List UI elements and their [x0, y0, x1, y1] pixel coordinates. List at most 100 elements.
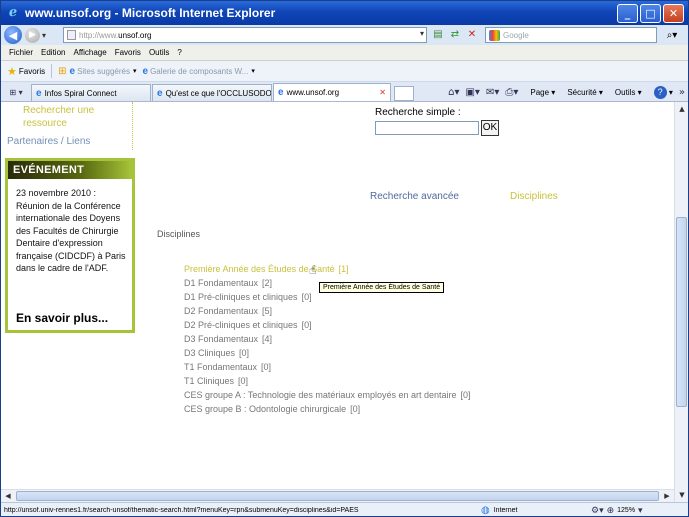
- discipline-count: [0]: [301, 292, 312, 302]
- suggested-sites-link[interactable]: Sites suggérés: [77, 67, 130, 76]
- close-button[interactable]: ✕: [663, 3, 684, 23]
- discipline-label: CES groupe A : Technologie des matériaux…: [184, 390, 457, 400]
- security-menu[interactable]: Sécurité ▾: [561, 88, 603, 97]
- discipline-count: [5]: [262, 306, 273, 316]
- event-heading: EVÉNEMENT: [8, 161, 132, 179]
- address-row: ◀ ▶ ▾ http://www. unsof.org ▾ ▤ ⇄ ✕ Goog…: [1, 25, 688, 45]
- add-favorite-icon[interactable]: ⊞: [58, 66, 66, 77]
- gallery-link[interactable]: Galerie de composants W...: [150, 67, 248, 76]
- list-item[interactable]: CES groupe B : Odontologie chirurgicale[…: [184, 402, 471, 416]
- list-item[interactable]: CES groupe A : Technologie des matériaux…: [184, 388, 471, 402]
- menu-affichage[interactable]: Affichage: [73, 48, 106, 57]
- maximize-button[interactable]: □: [640, 3, 661, 23]
- favorites-button[interactable]: Favoris: [19, 67, 45, 76]
- suggested-sites-dropdown-icon[interactable]: ▾: [133, 67, 137, 75]
- event-more-link[interactable]: En savoir plus...: [16, 311, 108, 325]
- hand-cursor-icon: ☝: [309, 263, 317, 277]
- address-dropdown-icon[interactable]: ▾: [420, 29, 424, 38]
- horizontal-scroll-thumb[interactable]: [16, 491, 659, 501]
- tab-bar: ⊞ ▾ e Infos Spiral Connect e Qu'est ce q…: [1, 82, 688, 102]
- partners-link[interactable]: Partenaires / Liens: [7, 136, 90, 147]
- minimize-button[interactable]: _: [617, 3, 638, 23]
- gallery-dropdown-icon[interactable]: ▾: [251, 67, 255, 75]
- compatibility-icon[interactable]: ▤: [431, 28, 445, 42]
- new-tab-button[interactable]: [394, 86, 414, 101]
- menu-fichier[interactable]: Fichier: [9, 48, 33, 57]
- home-icon[interactable]: ⌂▾: [448, 87, 459, 98]
- search-magnifier-icon[interactable]: ⌕▾: [661, 28, 683, 43]
- tooltip: Première Année des Études de Santé: [319, 282, 445, 293]
- help-menu[interactable]: ? ▾: [648, 85, 673, 99]
- disciplines-title: Disciplines: [157, 229, 201, 239]
- list-item[interactable]: D2 Fondamentaux [5]: [184, 304, 471, 318]
- zone-label: Internet: [493, 507, 518, 514]
- address-field[interactable]: http://www. unsof.org ▾: [63, 27, 427, 43]
- stop-icon[interactable]: ✕: [465, 28, 479, 42]
- mail-icon[interactable]: ✉▾: [486, 87, 499, 98]
- list-item[interactable]: Première Année des Études de Santé [1]: [184, 262, 471, 276]
- disciplines-link[interactable]: Disciplines: [510, 191, 558, 202]
- address-actions: ▤ ⇄ ✕: [431, 28, 479, 42]
- simple-search-input[interactable]: [375, 121, 479, 135]
- favbar-separator: [51, 64, 53, 78]
- discipline-count: [4]: [262, 334, 273, 344]
- discipline-count: [1]: [338, 264, 349, 274]
- menu-favoris[interactable]: Favoris: [115, 48, 141, 57]
- tab-infos-spiral[interactable]: e Infos Spiral Connect: [31, 84, 151, 101]
- vertical-scroll-thumb[interactable]: [676, 217, 687, 407]
- history-dropdown-icon[interactable]: ▾: [42, 31, 46, 40]
- security-zone: ◍ Internet: [463, 505, 573, 516]
- close-tab-icon[interactable]: ✕: [375, 88, 386, 97]
- discipline-label: D1 Fondamentaux: [184, 278, 259, 288]
- print-icon[interactable]: ⎙▾: [505, 87, 518, 98]
- tab-unsof[interactable]: e www.unsof.org ✕: [273, 83, 391, 101]
- discipline-label: D3 Fondamentaux: [184, 334, 259, 344]
- search-field[interactable]: Google: [485, 27, 657, 43]
- list-item[interactable]: T1 Fondamentaux [0]: [184, 360, 471, 374]
- list-item[interactable]: D2 Pré-cliniques et cliniques [0]: [184, 318, 471, 332]
- menu-edition[interactable]: Edition: [41, 48, 65, 57]
- ie-page-icon: e: [278, 87, 284, 98]
- status-url: http://unsof.univ-rennes1.fr/search-unso…: [4, 507, 359, 514]
- menu-outils[interactable]: Outils: [149, 48, 169, 57]
- simple-search-ok-button[interactable]: OK: [481, 120, 499, 136]
- horizontal-scrollbar[interactable]: ◀ ▶: [1, 489, 674, 502]
- status-bar: http://unsof.univ-rennes1.fr/search-unso…: [1, 502, 688, 516]
- tab-label: Infos Spiral Connect: [44, 88, 117, 98]
- list-item[interactable]: D3 Fondamentaux [4]: [184, 332, 471, 346]
- tools-menu[interactable]: Outils ▾: [609, 88, 642, 97]
- help-icon: ?: [653, 85, 667, 99]
- forward-icon[interactable]: ▶: [25, 27, 40, 43]
- favorites-star-icon[interactable]: ★: [7, 65, 17, 78]
- list-item[interactable]: T1 Cliniques [0]: [184, 374, 471, 388]
- discipline-label: D2 Fondamentaux: [184, 306, 259, 316]
- browser-window: ℯ www.unsof.org - Microsoft Internet Exp…: [0, 0, 689, 517]
- refresh-icon[interactable]: ⇄: [448, 28, 462, 42]
- page-content: Rechercher une ressource Partenaires / L…: [1, 102, 674, 502]
- ie-logo-icon: ℯ: [8, 5, 18, 20]
- ie-page-icon: e: [142, 65, 149, 77]
- vertical-scrollbar[interactable]: ▲ ▼: [674, 102, 688, 502]
- zoom-control[interactable]: ⚙▾ ⊕ 125% ▾: [591, 506, 646, 516]
- list-item[interactable]: D3 Cliniques [0]: [184, 346, 471, 360]
- advanced-search-link[interactable]: Recherche avancée: [370, 191, 459, 202]
- page-menu[interactable]: Page ▾: [524, 88, 555, 97]
- ie-page-icon: e: [36, 87, 42, 99]
- discipline-count: [0]: [261, 362, 272, 372]
- discipline-count: [0]: [301, 320, 312, 330]
- back-icon[interactable]: ◀: [4, 26, 22, 44]
- menu-help[interactable]: ?: [177, 48, 181, 57]
- simple-search-label: Recherche simple :: [375, 107, 461, 118]
- scroll-up-icon[interactable]: ▲: [675, 102, 688, 116]
- favorites-bar: ★ Favoris ⊞ e Sites suggérés ▾ e Galerie…: [1, 61, 688, 82]
- zoom-dropdown-icon[interactable]: ▾: [638, 506, 643, 516]
- quick-tabs-icon[interactable]: ⊞ ▾: [1, 84, 31, 101]
- scroll-down-icon[interactable]: ▼: [675, 488, 688, 502]
- feeds-icon[interactable]: ▣▾: [465, 87, 479, 98]
- protected-mode-icon[interactable]: ⚙▾: [591, 506, 604, 516]
- ie-page-icon: e: [157, 87, 163, 99]
- tab-label: Qu'est ce que l'OCCLUSODO...: [165, 88, 272, 98]
- search-resource-link[interactable]: Rechercher une ressource: [23, 104, 133, 130]
- more-commands-icon[interactable]: »: [679, 87, 685, 98]
- tab-occlusodontie[interactable]: e Qu'est ce que l'OCCLUSODO...: [152, 84, 272, 101]
